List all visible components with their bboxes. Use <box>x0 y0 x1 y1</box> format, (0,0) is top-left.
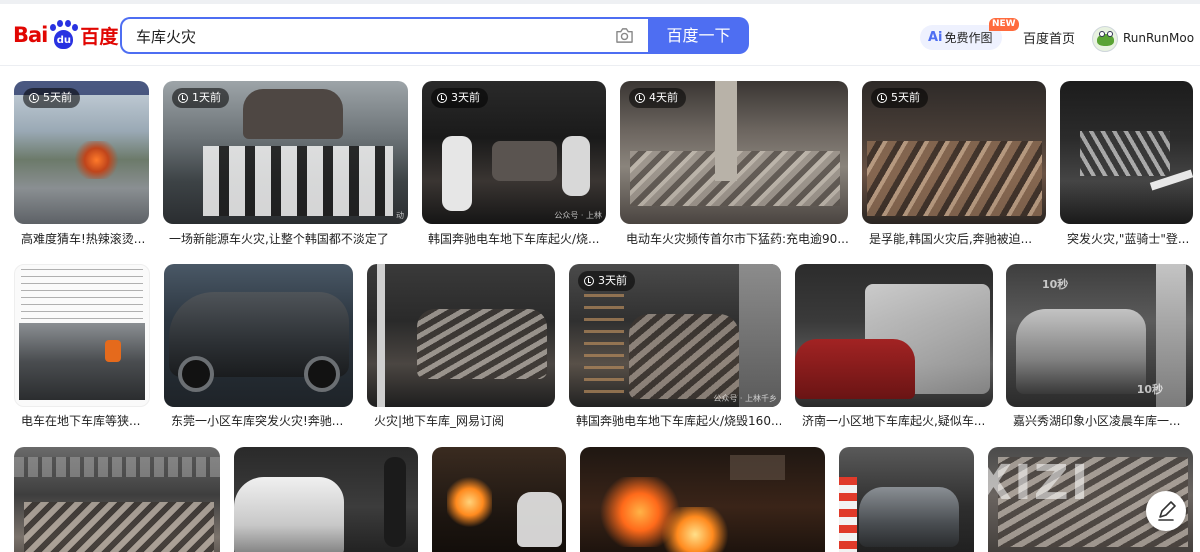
image-results-grid: 5天前 高难度猜车!热辣滚烫... 1天前 动 一场新能源车火灾,让整个韩国都不… <box>0 0 1200 552</box>
result-card[interactable] <box>580 447 825 552</box>
result-thumbnail[interactable]: 3天前 公众号 · 上林 <box>422 81 606 224</box>
time-badge: 4天前 <box>629 88 686 108</box>
time-badge: 5天前 <box>23 88 80 108</box>
edit-button[interactable] <box>1146 491 1186 531</box>
result-caption[interactable]: 东莞一小区车库突发火灾!奔驰... <box>171 412 353 429</box>
result-caption[interactable]: 高难度猜车!热辣滚烫... <box>21 230 149 247</box>
result-caption[interactable]: 突发火灾,"蓝骑士"登... <box>1067 230 1193 247</box>
clock-icon <box>877 93 887 103</box>
clock-icon <box>29 93 39 103</box>
result-thumbnail[interactable] <box>795 264 993 407</box>
result-caption[interactable]: 电车在地下车库等狭... <box>21 412 150 429</box>
pencil-icon <box>1158 501 1176 521</box>
result-caption[interactable]: 电动车火灾频传首尔市下猛药:充电逾90... <box>626 230 848 247</box>
result-thumbnail[interactable] <box>839 447 974 552</box>
result-card[interactable]: 电车在地下车库等狭... <box>14 264 150 434</box>
result-card[interactable]: 突发火灾,"蓝骑士"登... <box>1060 81 1193 251</box>
result-thumbnail[interactable]: 4天前 <box>620 81 848 224</box>
result-card[interactable]: 5天前 是孚能,韩国火灾后,奔驰被迫... <box>862 81 1046 251</box>
watermark: 10秒 <box>1136 383 1163 396</box>
result-caption[interactable]: 是孚能,韩国火灾后,奔驰被迫... <box>869 230 1046 247</box>
result-card[interactable] <box>234 447 418 552</box>
result-thumbnail[interactable] <box>164 264 353 407</box>
result-thumbnail[interactable] <box>14 264 150 407</box>
result-caption[interactable]: 嘉兴秀湖印象小区凌晨车库一... <box>1013 412 1193 429</box>
result-card[interactable] <box>839 447 974 552</box>
result-thumbnail[interactable]: 1天前 动 <box>163 81 408 224</box>
result-thumbnail[interactable] <box>1060 81 1193 224</box>
result-thumbnail[interactable]: 5天前 <box>14 81 149 224</box>
result-caption[interactable]: 济南一小区地下车库起火,疑似车... <box>802 412 993 429</box>
clock-icon <box>437 93 447 103</box>
result-thumbnail[interactable]: 3天前 公众号 · 上林千乡 <box>569 264 781 407</box>
result-caption[interactable]: 韩国奔驰电车地下车库起火/烧... <box>428 230 606 247</box>
result-card[interactable]: 济南一小区地下车库起火,疑似车... <box>795 264 993 434</box>
result-caption[interactable]: 韩国奔驰电车地下车库起火/烧毁160... <box>576 412 781 429</box>
time-badge: 3天前 <box>578 271 635 291</box>
xizi-watermark: XIZI <box>975 455 1091 511</box>
result-thumbnail[interactable]: 10秒 10秒 <box>1006 264 1193 407</box>
time-badge: 3天前 <box>431 88 488 108</box>
result-card[interactable]: 3天前 公众号 · 上林千乡 韩国奔驰电车地下车库起火/烧毁160... <box>569 264 781 434</box>
clock-icon <box>584 276 594 286</box>
clock-icon <box>635 93 645 103</box>
watermark: 动 <box>396 211 404 220</box>
watermark: 公众号 · 上林千乡 <box>713 394 777 403</box>
watermark: 公众号 · 上林 <box>554 211 602 220</box>
clock-icon <box>178 93 188 103</box>
result-caption[interactable]: 一场新能源车火灾,让整个韩国都不淡定了 <box>169 230 408 247</box>
time-badge: 1天前 <box>172 88 229 108</box>
result-thumbnail[interactable] <box>432 447 566 552</box>
result-card[interactable]: 1天前 动 一场新能源车火灾,让整个韩国都不淡定了 <box>163 81 408 251</box>
result-thumbnail[interactable] <box>367 264 555 407</box>
result-thumbnail[interactable]: 5天前 <box>862 81 1046 224</box>
result-caption[interactable]: 火灾|地下车库_网易订阅 <box>374 412 555 429</box>
result-thumbnail[interactable] <box>580 447 825 552</box>
result-card[interactable]: 10秒 10秒 嘉兴秀湖印象小区凌晨车库一... <box>1006 264 1193 434</box>
result-card[interactable]: 火灾|地下车库_网易订阅 <box>367 264 555 434</box>
result-thumbnail[interactable] <box>234 447 418 552</box>
result-card[interactable] <box>432 447 566 552</box>
result-thumbnail[interactable] <box>14 447 220 552</box>
result-card[interactable] <box>14 447 220 552</box>
result-card[interactable]: 5天前 高难度猜车!热辣滚烫... <box>14 81 149 251</box>
time-badge: 5天前 <box>871 88 928 108</box>
result-card[interactable]: 4天前 电动车火灾频传首尔市下猛药:充电逾90... <box>620 81 848 251</box>
result-card[interactable]: 东莞一小区车库突发火灾!奔驰... <box>164 264 353 434</box>
watermark: 10秒 <box>1042 278 1069 291</box>
result-card[interactable]: 3天前 公众号 · 上林 韩国奔驰电车地下车库起火/烧... <box>422 81 606 251</box>
